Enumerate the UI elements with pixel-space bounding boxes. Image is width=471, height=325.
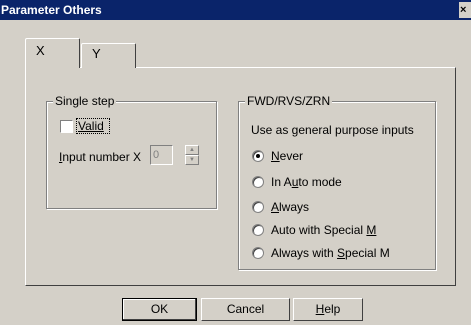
window-title: Parameter Others [1,3,102,17]
help-button[interactable]: Help [293,298,363,321]
parameter-others-dialog: Parameter Others × X Y Single step Valid… [0,0,471,325]
help-rest: elp [324,302,341,316]
ok-button[interactable]: OK [122,298,197,321]
tab-y[interactable]: Y [81,43,136,68]
close-icon[interactable]: × [459,2,471,18]
tab-y-label: Y [92,46,101,61]
cancel-button[interactable]: Cancel [201,298,290,321]
title-bar: Parameter Others × [0,0,471,20]
tab-x[interactable]: X [25,38,80,68]
tab-panel [25,67,456,286]
tab-x-label: X [36,43,45,58]
